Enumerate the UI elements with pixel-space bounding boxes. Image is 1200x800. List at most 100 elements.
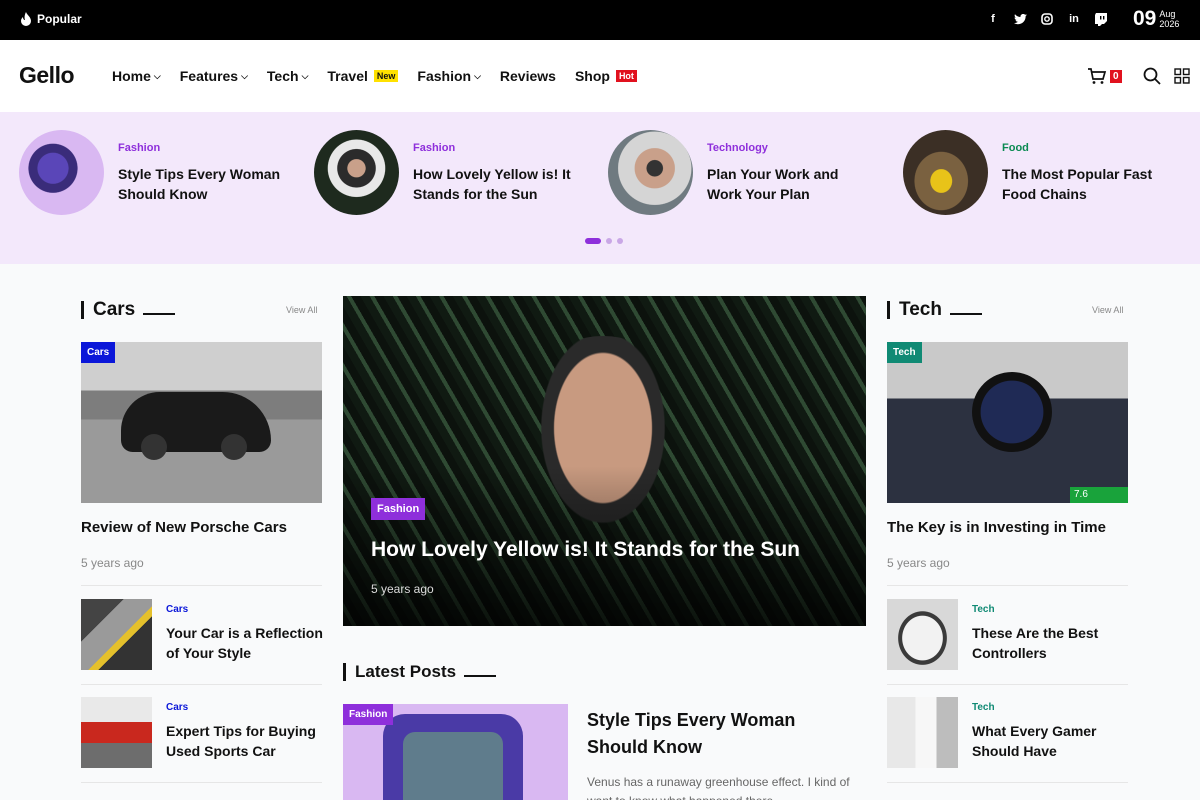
carousel-category[interactable]: Fashion xyxy=(413,142,583,154)
instagram-icon[interactable] xyxy=(1040,12,1054,26)
controller-image xyxy=(887,599,958,670)
hot-badge: Hot xyxy=(615,70,637,82)
date-day: 09 xyxy=(1133,7,1157,30)
carousel-item[interactable]: Technology Plan Your Work and Work Your P… xyxy=(608,130,877,215)
list-item[interactable]: Cars Expert Tips for Buying Used Sports C… xyxy=(81,697,326,768)
item-title[interactable]: These Are the Best Controllers xyxy=(972,623,1132,663)
top-bar: Popular f in 09 Aug 2026 xyxy=(0,0,1200,40)
carousel-dot-active[interactable] xyxy=(585,238,601,244)
carousel-title[interactable]: Plan Your Work and Work Your Plan xyxy=(707,164,877,204)
cars-view-all-link[interactable]: View All xyxy=(286,305,317,315)
carousel-item[interactable]: Fashion How Lovely Yellow is! It Stands f… xyxy=(314,130,583,215)
grid-menu-icon[interactable] xyxy=(1174,68,1190,84)
rating-score: 7.6 xyxy=(1074,489,1088,500)
divider xyxy=(887,585,1128,586)
cart-icon xyxy=(1088,68,1107,84)
latest-heading: Latest Posts xyxy=(355,662,457,681)
nav-tech-label: Tech xyxy=(266,68,299,84)
nav-fashion[interactable]: Fashion ⌵ xyxy=(417,68,481,84)
linkedin-icon[interactable]: in xyxy=(1067,12,1081,26)
hero-tag[interactable]: Fashion xyxy=(371,498,426,520)
hero-post[interactable]: Fashion How Lovely Yellow is! It Stands … xyxy=(343,296,866,626)
heading-bar xyxy=(343,663,346,681)
heading-underline xyxy=(949,313,982,315)
nav-reviews[interactable]: Reviews xyxy=(500,68,556,84)
carousel-category[interactable]: Fashion xyxy=(118,142,288,154)
tech-view-all-link[interactable]: View All xyxy=(1092,305,1123,315)
item-category[interactable]: Tech xyxy=(972,604,1132,615)
twitch-icon[interactable] xyxy=(1094,12,1108,26)
list-item[interactable]: Cars Your Car is a Reflection of Your Sty… xyxy=(81,599,326,670)
nav-shop-label: Shop xyxy=(574,68,610,84)
tech-section-header: Tech xyxy=(887,299,982,321)
cart-count: 0 xyxy=(1110,69,1122,83)
nav-reviews-label: Reviews xyxy=(499,68,556,84)
carousel-category[interactable]: Food xyxy=(1002,142,1172,154)
carousel-category[interactable]: Technology xyxy=(707,142,877,154)
tech-heading: Tech xyxy=(899,299,942,320)
list-item[interactable]: Tech What Every Gamer Should Have xyxy=(887,697,1132,768)
item-title[interactable]: What Every Gamer Should Have xyxy=(972,721,1132,761)
nav-travel[interactable]: Travel New xyxy=(327,68,399,84)
carousel-dot[interactable] xyxy=(617,238,623,244)
smartwatch-image[interactable] xyxy=(887,342,1128,503)
heading-bar xyxy=(887,301,890,319)
mercedes-car-image xyxy=(81,599,152,670)
item-title[interactable]: Your Car is a Reflection of Your Style xyxy=(166,623,326,663)
wrist-watch-image xyxy=(608,130,693,215)
popular-link[interactable]: Popular xyxy=(20,12,82,26)
latest-section-header: Latest Posts xyxy=(343,662,497,682)
site-logo[interactable]: Gello xyxy=(19,62,75,89)
carousel-pagination xyxy=(585,238,623,244)
nav-features[interactable]: Features ⌵ xyxy=(180,68,248,84)
carousel-title[interactable]: How Lovely Yellow is! It Stands for the … xyxy=(413,164,583,204)
nav-shop[interactable]: Shop Hot xyxy=(575,68,637,84)
chevron-down-icon: ⌵ xyxy=(241,70,248,81)
date-month-year: Aug 2026 xyxy=(1159,9,1179,29)
cart-button[interactable]: 0 xyxy=(1087,67,1122,85)
heading-underline xyxy=(143,313,176,315)
smartwatch-image xyxy=(19,130,104,215)
date-year: 2026 xyxy=(1159,19,1180,29)
tech-featured-date: 5 years ago xyxy=(887,556,950,570)
cars-heading: Cars xyxy=(93,299,136,320)
divider xyxy=(81,684,322,685)
item-category[interactable]: Tech xyxy=(972,702,1132,713)
nav-home[interactable]: Home ⌵ xyxy=(112,68,161,84)
item-title[interactable]: Expert Tips for Buying Used Sports Car xyxy=(166,721,326,761)
latest-tag[interactable]: Fashion xyxy=(343,704,394,725)
nav-travel-label: Travel xyxy=(327,68,368,84)
item-category[interactable]: Cars xyxy=(166,702,326,713)
featured-carousel: Fashion Style Tips Every Woman Should Kno… xyxy=(0,112,1200,264)
cars-featured-date: 5 years ago xyxy=(81,556,144,570)
carousel-title[interactable]: Style Tips Every Woman Should Know xyxy=(118,164,288,204)
porsche-car-image[interactable] xyxy=(81,342,322,503)
hero-title[interactable]: How Lovely Yellow is! It Stands for the … xyxy=(371,538,800,562)
flame-icon xyxy=(21,12,31,26)
facebook-icon[interactable]: f xyxy=(986,12,1000,26)
nav-features-label: Features xyxy=(179,68,239,84)
carousel-item[interactable]: Food The Most Popular Fast Food Chains xyxy=(903,130,1172,215)
chevron-down-icon: ⌵ xyxy=(153,70,161,81)
site-header: Gello Home ⌵ Features ⌵ Tech ⌵ Travel New Fa… xyxy=(0,40,1200,112)
nav-fashion-label: Fashion xyxy=(417,68,472,84)
twitter-icon[interactable] xyxy=(1013,12,1027,26)
list-item[interactable]: Tech These Are the Best Controllers xyxy=(887,599,1132,670)
new-badge: New xyxy=(373,70,399,82)
latest-post-title[interactable]: Style Tips Every Woman Should Know xyxy=(587,707,827,761)
chevron-down-icon: ⌵ xyxy=(474,70,481,81)
tech-tag[interactable]: Tech xyxy=(887,342,922,363)
carousel-title[interactable]: The Most Popular Fast Food Chains xyxy=(1002,164,1172,204)
cars-featured-title[interactable]: Review of New Porsche Cars xyxy=(81,519,287,536)
nav-tech[interactable]: Tech ⌵ xyxy=(267,68,308,84)
main-nav: Home ⌵ Features ⌵ Tech ⌵ Travel New Fashion ⌵… xyxy=(112,68,656,84)
popular-label: Popular xyxy=(37,12,82,26)
carousel-item[interactable]: Fashion Style Tips Every Woman Should Kno… xyxy=(19,130,288,215)
tech-featured-title[interactable]: The Key is in Investing in Time xyxy=(887,519,1106,536)
divider xyxy=(81,585,322,586)
divider xyxy=(81,782,322,783)
item-category[interactable]: Cars xyxy=(166,604,326,615)
search-icon[interactable] xyxy=(1143,67,1161,85)
carousel-dot[interactable] xyxy=(606,238,612,244)
cars-tag[interactable]: Cars xyxy=(81,342,116,363)
